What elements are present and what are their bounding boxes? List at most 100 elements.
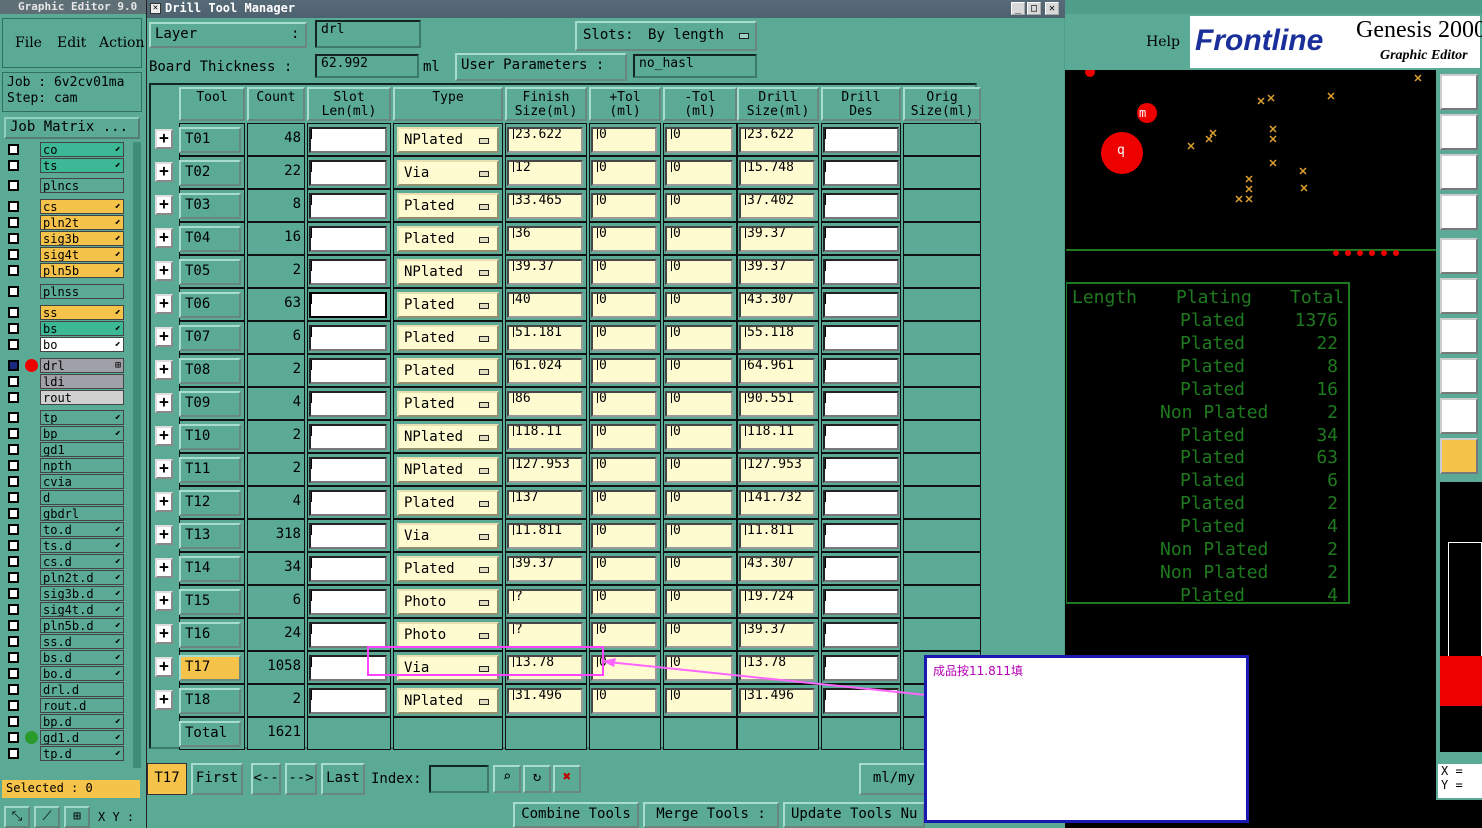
- warning-icon[interactable]: [1440, 398, 1478, 434]
- layer-row[interactable]: bs ⬋: [4, 321, 132, 336]
- measure-icon[interactable]: ⟋: [34, 806, 60, 828]
- expand-row-icon[interactable]: +: [155, 459, 173, 479]
- minus-tol-input[interactable]: 0: [665, 424, 733, 450]
- layer-checkbox[interactable]: [8, 524, 19, 535]
- line-tool-icon[interactable]: [1440, 318, 1478, 354]
- finish-size-input[interactable]: 61.024: [507, 358, 583, 384]
- type-dropdown[interactable]: Plated: [397, 391, 499, 417]
- expand-row-icon[interactable]: +: [155, 591, 173, 611]
- tool-button[interactable]: T11: [179, 457, 241, 483]
- layer-list-scrollbar[interactable]: [133, 142, 141, 768]
- tool-button[interactable]: T15: [179, 589, 241, 615]
- slot-length-input[interactable]: [309, 622, 387, 648]
- layer-row[interactable]: sig3b ⬋: [4, 231, 132, 246]
- layer-row[interactable]: bo.d ⬋: [4, 666, 132, 681]
- drill-des-input[interactable]: [823, 556, 899, 582]
- prev-button[interactable]: <--: [251, 763, 281, 795]
- layer-row[interactable]: to.d ⬋: [4, 522, 132, 537]
- refresh-icon[interactable]: ↻: [523, 765, 551, 793]
- layer-name[interactable]: bs.d ⬋: [40, 650, 124, 665]
- type-dropdown[interactable]: Plated: [397, 556, 499, 582]
- layer-name[interactable]: pln2t.d ⬋: [40, 570, 124, 585]
- menu-action[interactable]: Action: [99, 35, 145, 51]
- column-header[interactable]: Count: [247, 87, 305, 121]
- layer-checkbox[interactable]: [8, 323, 19, 334]
- drill-size-input[interactable]: 39.37: [739, 622, 815, 648]
- plus-tol-input[interactable]: 0: [591, 259, 657, 285]
- layer-checkbox[interactable]: [8, 412, 19, 423]
- layer-row[interactable]: ts.d ⬋: [4, 538, 132, 553]
- finish-size-input[interactable]: 11.811: [507, 523, 583, 549]
- minus-tol-input[interactable]: 0: [665, 391, 733, 417]
- tool-button[interactable]: T16: [179, 622, 241, 648]
- slot-length-input[interactable]: [309, 391, 387, 417]
- layer-checkbox[interactable]: [8, 160, 19, 171]
- layer-row[interactable]: pln2t.d ⬋: [4, 570, 132, 585]
- tool-button[interactable]: T05: [179, 259, 241, 285]
- delete-icon[interactable]: ✖: [553, 765, 581, 793]
- layer-name[interactable]: ldi: [40, 374, 124, 389]
- help-menu[interactable]: Help: [1066, 18, 1186, 68]
- layer-row[interactable]: tp.d ⬋: [4, 746, 132, 761]
- layer-name[interactable]: sig3b ⬋: [40, 231, 124, 246]
- layer-checkbox[interactable]: [8, 732, 19, 743]
- layer-name[interactable]: bp ⬋: [40, 426, 124, 441]
- drill-des-input[interactable]: [823, 160, 899, 186]
- drill-size-input[interactable]: 127.953: [739, 457, 815, 483]
- finish-size-input[interactable]: 137: [507, 490, 583, 516]
- drill-size-input[interactable]: 141.732: [739, 490, 815, 516]
- layer-name[interactable]: rout: [40, 390, 124, 405]
- units-toggle-button[interactable]: ml/my: [859, 763, 929, 795]
- layer-checkbox[interactable]: [8, 716, 19, 727]
- next-button[interactable]: -->: [285, 763, 317, 795]
- tool-button[interactable]: T07: [179, 325, 241, 351]
- merge-tools-button[interactable]: Merge Tools :: [643, 802, 779, 828]
- layer-name[interactable]: ts.d ⬋: [40, 538, 124, 553]
- slot-length-input[interactable]: [309, 226, 387, 252]
- layer-row[interactable]: rout: [4, 390, 132, 405]
- layer-row[interactable]: bo ⬋: [4, 337, 132, 352]
- layer-name[interactable]: drl ⊞: [40, 358, 124, 373]
- layer-checkbox[interactable]: [8, 684, 19, 695]
- minus-tol-input[interactable]: 0: [665, 193, 733, 219]
- plus-tol-input[interactable]: 0: [591, 589, 657, 615]
- type-dropdown[interactable]: Plated: [397, 292, 499, 318]
- column-header[interactable]: Tool: [179, 87, 245, 121]
- layer-name[interactable]: bp.d ⬋: [40, 714, 124, 729]
- minus-tol-input[interactable]: 0: [665, 457, 733, 483]
- expand-row-icon[interactable]: +: [155, 261, 173, 281]
- type-dropdown[interactable]: Via: [397, 523, 499, 549]
- connect-icon[interactable]: [1440, 278, 1478, 314]
- drill-size-input[interactable]: 43.307: [739, 556, 815, 582]
- layer-checkbox[interactable]: [8, 307, 19, 318]
- drill-size-input[interactable]: 90.551: [739, 391, 815, 417]
- layer-checkbox[interactable]: [8, 636, 19, 647]
- drill-size-input[interactable]: 37.402: [739, 193, 815, 219]
- tool-button[interactable]: T10: [179, 424, 241, 450]
- tool-button[interactable]: T17: [179, 655, 241, 681]
- search-icon[interactable]: ⌕: [493, 765, 521, 793]
- layer-name[interactable]: bs ⬋: [40, 321, 124, 336]
- type-dropdown[interactable]: NPlated: [397, 127, 499, 153]
- layer-name[interactable]: tp ⬋: [40, 410, 124, 425]
- layer-name[interactable]: sig4t.d ⬋: [40, 602, 124, 617]
- layer-name[interactable]: sig3b.d ⬋: [40, 586, 124, 601]
- pointer-icon[interactable]: [1440, 438, 1478, 474]
- first-button[interactable]: First: [191, 763, 243, 795]
- board-thickness-field[interactable]: 62.992: [315, 54, 419, 78]
- expand-row-icon[interactable]: +: [155, 657, 173, 677]
- layer-checkbox[interactable]: [8, 668, 19, 679]
- tool-button[interactable]: T02: [179, 160, 241, 186]
- column-header[interactable]: Orig Size(ml): [903, 87, 981, 121]
- layer-row[interactable]: plncs: [4, 178, 132, 193]
- drill-size-input[interactable]: 64.961: [739, 358, 815, 384]
- expand-row-icon[interactable]: +: [155, 525, 173, 545]
- layer-name[interactable]: rout.d: [40, 698, 124, 713]
- layer-checkbox[interactable]: [8, 360, 19, 371]
- minus-tol-input[interactable]: 0: [665, 523, 733, 549]
- plus-tol-input[interactable]: 0: [591, 127, 657, 153]
- layer-checkbox[interactable]: [8, 556, 19, 567]
- finish-size-input[interactable]: 39.37: [507, 556, 583, 582]
- plus-tol-input[interactable]: 0: [591, 523, 657, 549]
- slot-length-input[interactable]: [309, 688, 387, 714]
